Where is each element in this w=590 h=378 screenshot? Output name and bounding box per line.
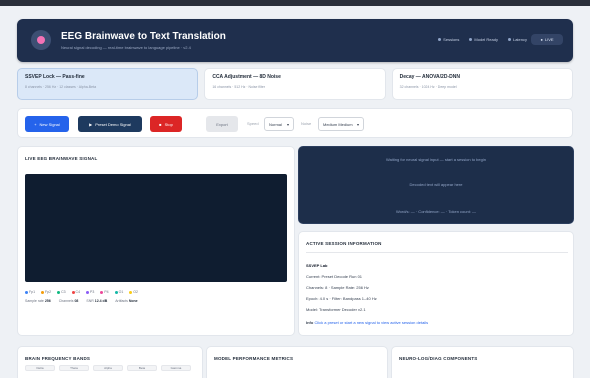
divider	[306, 252, 568, 253]
noise-label: Noise	[301, 121, 312, 126]
stop-icon: ■	[159, 121, 162, 127]
mode-title: CCA Adjustment — 8D Noise	[212, 74, 281, 80]
translation-output-panel: Waiting for neural signal input — start …	[298, 146, 574, 224]
mode-title: SSVEP Lock — Pass-fine	[25, 74, 85, 80]
active-session-panel: ACTIVE SESSION INFORMATION SSVEP Lab Cur…	[298, 231, 574, 336]
header-stat[interactable]: Sessions	[438, 37, 459, 42]
band-chip: Alpha	[93, 365, 123, 371]
plus-icon: +	[34, 121, 37, 127]
legend-label: P3	[90, 290, 95, 294]
control-toolbar: + New Signal ▶ Preset Demo Signal ■ Stop Ex…	[17, 108, 573, 138]
app-title: EEG Brainwave to Text Translation	[61, 31, 226, 42]
eeg-signal-panel: LIVE EEG BRAINWAVE SIGNAL Fp1 Fp2 C3 C4 P3 P4…	[17, 146, 295, 336]
session-info-link[interactable]: Click a preset or start a new signal to …	[314, 320, 428, 325]
band-list: Delta Theta Alpha Beta Gamma	[25, 365, 191, 371]
translation-hint: Decoded text will appear here	[409, 182, 463, 187]
header-stat[interactable]: Latency	[507, 37, 527, 42]
header-stats: Sessions Model Ready Latency	[438, 37, 527, 42]
stop-button[interactable]: ■ Stop	[150, 116, 182, 132]
legend-item[interactable]: C3	[57, 290, 66, 294]
channel-swatch-icon	[57, 290, 61, 294]
model-metrics-panel: MODEL PERFORMANCE METRICS	[206, 346, 388, 378]
app-subtitle: Neural signal decoding — real-time brain…	[61, 45, 191, 50]
mode-card-ssvep[interactable]: SSVEP Lock — Pass-fine 8 channels · 256 …	[17, 68, 199, 100]
band-chip: Theta	[59, 365, 89, 371]
legend-item[interactable]: Fp1	[25, 290, 35, 294]
legend-label: C4	[75, 290, 81, 294]
mode-selector: SSVEP Lock — Pass-fine 8 channels · 256 …	[17, 68, 573, 100]
panel-title: MODEL PERFORMANCE METRICS	[214, 356, 294, 361]
mode-title: Decay — ANOVA/2D-DNN	[399, 74, 460, 80]
speed-label: Speed	[247, 121, 259, 126]
status-dot-icon	[438, 38, 442, 41]
new-signal-button[interactable]: + New Signal	[25, 116, 69, 132]
brain-logo-icon	[31, 30, 51, 50]
header-stat[interactable]: Model Ready	[469, 37, 498, 42]
legend-label: Fp1	[29, 290, 36, 294]
legend-label: P4	[104, 290, 109, 294]
channel-legend: Fp1 Fp2 C3 C4 P3 P4 O1 O2	[25, 290, 138, 294]
channel-swatch-icon	[25, 290, 28, 294]
mode-description: 16 channels · 512 Hz · Noise filter	[212, 85, 266, 89]
eeg-stats: Sample rate 256 Channels 08 SNR 12.4 dB …	[25, 299, 138, 303]
panel-title: BRAIN FREQUENCY BANDS	[25, 356, 91, 361]
band-chip: Delta	[25, 365, 55, 371]
stat-channels: Channels 08	[58, 299, 79, 303]
channel-swatch-icon	[100, 290, 104, 294]
legend-item[interactable]: O2	[129, 290, 138, 294]
chevron-down-icon: ▾	[356, 121, 359, 127]
frequency-bands-panel: BRAIN FREQUENCY BANDS Delta Theta Alpha Bet…	[17, 346, 203, 378]
mode-description: 8 channels · 256 Hz · 12 classes · Alpha…	[25, 85, 97, 89]
session-info-row: Info Click a preset or start a new signa…	[306, 320, 429, 325]
live-status-badge[interactable]: ● LIVE	[531, 34, 563, 45]
panel-title: ACTIVE SESSION INFORMATION	[306, 241, 382, 246]
legend-label: O1	[118, 290, 124, 294]
mode-card-cca[interactable]: CCA Adjustment — 8D Noise 16 channels · …	[204, 68, 386, 100]
speed-select[interactable]: Normal ▾	[264, 117, 294, 131]
translation-placeholder: Waiting for neural signal input — start …	[386, 157, 486, 162]
channel-swatch-icon	[114, 290, 118, 294]
legend-label: C3	[61, 290, 66, 294]
session-model: Model: Transformer Decoder v2.1	[306, 307, 366, 312]
legend-item[interactable]: O1	[114, 290, 124, 294]
band-chip: Beta	[127, 365, 157, 371]
eeg-waveform-canvas[interactable]	[25, 174, 287, 282]
stat-snr: SNR 12.4 dB	[86, 299, 108, 303]
noise-select[interactable]: Medium Medium ▾	[318, 117, 364, 131]
panel-title: NEURO-LOG/DIAG COMPONENTS	[399, 356, 478, 361]
legend-item[interactable]: Fp2	[41, 290, 51, 294]
channel-swatch-icon	[71, 290, 75, 294]
export-button[interactable]: Export	[206, 116, 238, 132]
app-header: EEG Brainwave to Text Translation Neural…	[17, 19, 573, 62]
preset-signal-button[interactable]: ▶ Preset Demo Signal	[78, 116, 142, 132]
panel-title: LIVE EEG BRAINWAVE SIGNAL	[25, 156, 98, 161]
status-dot-icon	[469, 38, 473, 41]
live-dot-icon: ●	[540, 37, 543, 42]
legend-item[interactable]: C4	[71, 290, 81, 294]
neuro-log-panel: NEURO-LOG/DIAG COMPONENTS	[391, 346, 574, 378]
session-channels: Channels: 8 · Sample Rate: 256 Hz	[306, 285, 369, 290]
session-current: Current: Preset Decode Run 01	[306, 274, 363, 279]
legend-item[interactable]: P3	[86, 290, 94, 294]
session-epoch: Epoch: 4.0 s · Filter: Bandpass 1–40 Hz	[306, 296, 377, 301]
legend-item[interactable]: P4	[100, 290, 109, 294]
channel-swatch-icon	[41, 290, 45, 294]
band-chip: Gamma	[161, 365, 191, 371]
channel-swatch-icon	[86, 290, 90, 294]
browser-top-strip	[0, 0, 590, 6]
status-dot-icon	[507, 38, 511, 41]
legend-label: Fp2	[45, 290, 52, 294]
channel-swatch-icon	[129, 290, 133, 294]
stat-sample-rate: Sample rate 256	[25, 299, 51, 303]
session-lab: SSVEP Lab	[306, 263, 328, 268]
legend-label: O2	[133, 290, 138, 294]
chevron-down-icon: ▾	[286, 121, 289, 127]
mode-description: 32 channels · 1024 Hz · Deep model	[399, 85, 457, 89]
stat-artifacts: Artifacts None	[115, 299, 138, 303]
mode-card-decay[interactable]: Decay — ANOVA/2D-DNN 32 channels · 1024 …	[391, 68, 573, 100]
translation-meta: Word/s: — · Confidence: — · Token count:…	[395, 209, 477, 214]
play-icon: ▶	[89, 121, 93, 127]
